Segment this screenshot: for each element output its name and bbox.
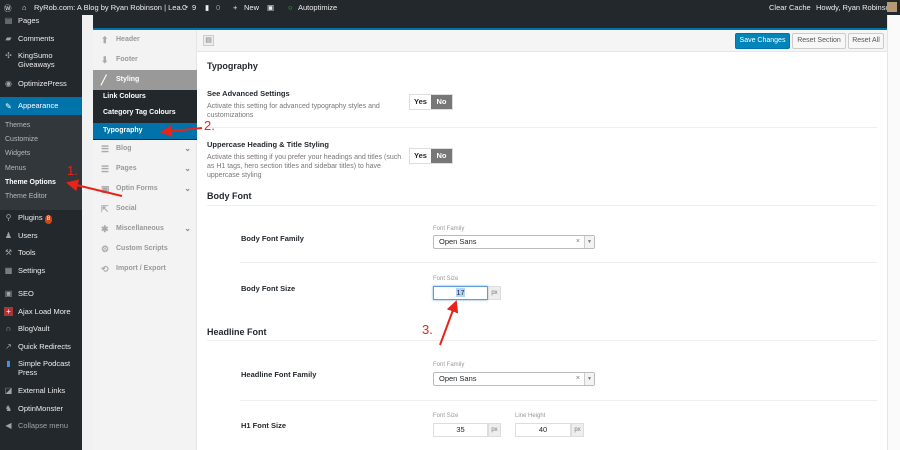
annotation-arrows — [66, 125, 459, 346]
step-1-label: 1. — [67, 163, 78, 178]
arrow-2 — [160, 125, 203, 137]
arrow-1 — [66, 179, 123, 197]
step-2-label: 2. — [204, 118, 215, 133]
arrow-3 — [439, 300, 459, 346]
step-3-label: 3. — [422, 322, 433, 337]
